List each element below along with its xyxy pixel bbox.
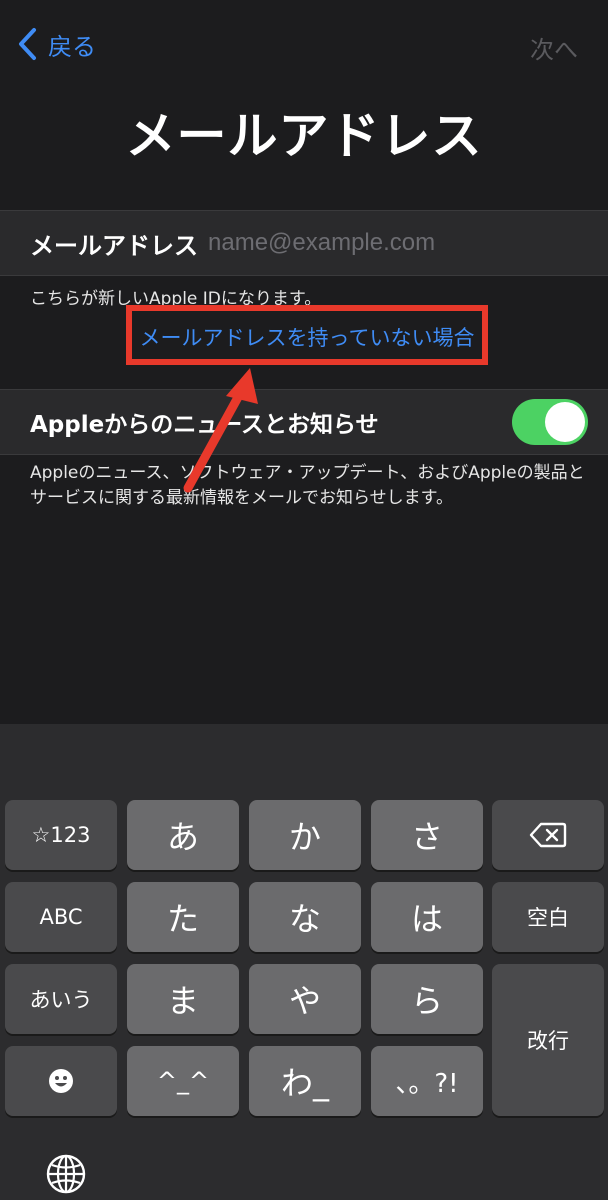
key-space[interactable]: 空白 [492, 882, 604, 952]
key-ra[interactable]: ら [371, 964, 483, 1034]
key-sa[interactable]: さ [371, 800, 483, 870]
page-title: メールアドレス [125, 107, 483, 165]
key-ya[interactable]: や [249, 964, 361, 1034]
key-enter[interactable]: 改行 [492, 964, 604, 1116]
key-a[interactable]: あ [127, 800, 239, 870]
key-punctuation[interactable]: 、。?! [371, 1046, 483, 1116]
keyboard [0, 724, 608, 1200]
key-emoticon[interactable]: ^_^ [127, 1046, 239, 1116]
navigation-bar: 戻る 次へ [0, 0, 608, 90]
email-field[interactable] [208, 229, 568, 257]
toggle-knob [545, 402, 585, 442]
chevron-left-icon [19, 28, 36, 60]
key-kana[interactable]: あいう [5, 964, 117, 1034]
key-ha[interactable]: は [371, 882, 483, 952]
email-label: メールアドレス [30, 231, 198, 260]
key-emoji[interactable] [5, 1046, 117, 1116]
delete-icon [529, 822, 567, 848]
key-ka[interactable]: か [249, 800, 361, 870]
no-email-link[interactable]: メールアドレスを持っていない場合 [126, 322, 488, 352]
globe-icon[interactable] [44, 1152, 88, 1196]
key-delete[interactable] [492, 800, 604, 870]
back-button[interactable]: 戻る [16, 26, 96, 62]
annotation-arrow [183, 368, 258, 493]
back-label: 戻る [48, 32, 96, 61]
news-row: Appleからのニュースとお知らせ [0, 389, 608, 455]
key-abc[interactable]: ABC [5, 882, 117, 952]
next-button[interactable]: 次へ [530, 30, 578, 65]
emoji-icon [49, 1069, 73, 1093]
key-ta[interactable]: た [127, 882, 239, 952]
key-na[interactable]: な [249, 882, 361, 952]
key-wa[interactable]: わ_ [249, 1046, 361, 1116]
email-row: メールアドレス [0, 210, 608, 276]
key-ma[interactable]: ま [127, 964, 239, 1034]
key-symbols[interactable]: ☆123 [5, 800, 117, 870]
news-description: Appleのニュース、ソフトウェア・アップデート、およびAppleの製品とサービ… [30, 463, 585, 508]
news-toggle[interactable] [512, 399, 588, 445]
